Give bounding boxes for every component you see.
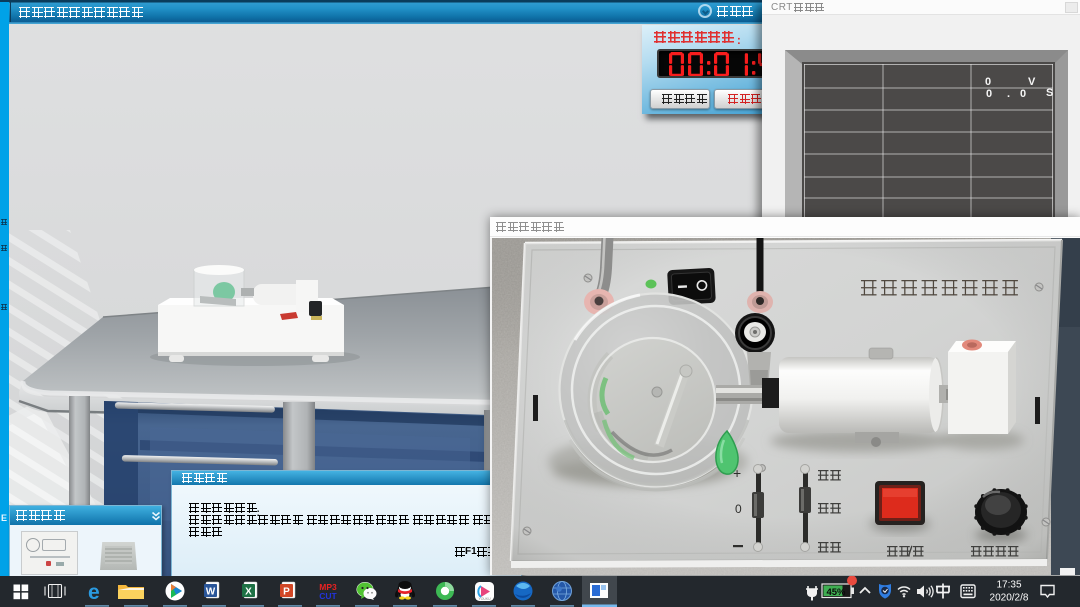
svg-text:.: . bbox=[1007, 88, 1010, 100]
svg-text:V: V bbox=[1028, 76, 1036, 88]
svg-text:CUT: CUT bbox=[319, 591, 337, 601]
svg-text:S: S bbox=[1046, 87, 1053, 99]
svg-text:2020/2/8: 2020/2/8 bbox=[990, 593, 1029, 604]
svg-text:0: 0 bbox=[985, 76, 991, 88]
svg-text:0: 0 bbox=[735, 502, 742, 516]
svg-text:45%: 45% bbox=[826, 587, 846, 598]
svg-text:W: W bbox=[206, 587, 216, 598]
svg-text:YOUKU: YOUKU bbox=[478, 597, 491, 601]
svg-text:0: 0 bbox=[986, 88, 992, 100]
svg-text:P: P bbox=[283, 587, 290, 598]
svg-text:17:35: 17:35 bbox=[996, 580, 1021, 591]
svg-text:X: X bbox=[245, 587, 252, 598]
svg-text:0: 0 bbox=[1020, 88, 1026, 100]
svg-text:e: e bbox=[88, 581, 100, 604]
svg-text:+: + bbox=[733, 465, 741, 481]
